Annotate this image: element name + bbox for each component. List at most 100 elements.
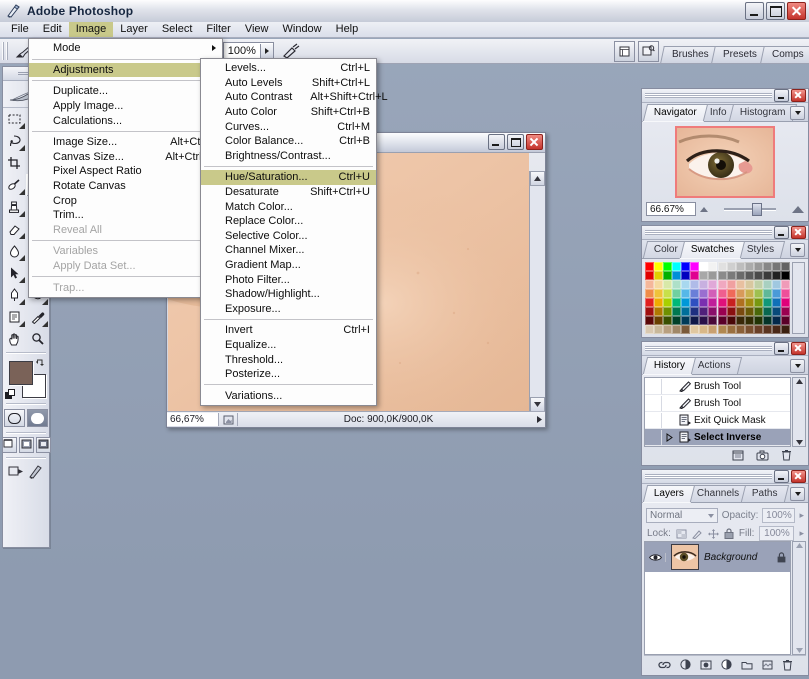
color-swatch[interactable] — [771, 325, 781, 334]
color-swatch[interactable] — [672, 307, 682, 316]
layer-opacity-arrow-icon[interactable]: ▸ — [799, 510, 804, 521]
color-swatch[interactable] — [708, 289, 718, 298]
color-tab-swatches[interactable]: Swatches — [679, 241, 746, 258]
color-swatch[interactable] — [672, 298, 682, 307]
color-swatch[interactable] — [645, 289, 654, 298]
color-swatch[interactable] — [672, 289, 682, 298]
layer-style-icon[interactable] — [679, 659, 691, 670]
create-snapshot-icon[interactable] — [756, 450, 769, 461]
color-swatch[interactable] — [780, 280, 790, 289]
color-swatch[interactable] — [771, 280, 781, 289]
link-layers-icon[interactable] — [657, 660, 671, 670]
path-selection-tool[interactable] — [3, 262, 26, 284]
color-swatch[interactable] — [654, 307, 664, 316]
menu-file[interactable]: File — [4, 22, 36, 37]
menu-item-crop[interactable]: Crop — [29, 193, 222, 208]
new-group-icon[interactable] — [741, 660, 753, 670]
document-close-button[interactable] — [526, 134, 543, 150]
color-swatch[interactable] — [726, 307, 736, 316]
color-swatch[interactable] — [690, 307, 700, 316]
color-swatch[interactable] — [762, 325, 772, 334]
notes-tool[interactable] — [3, 306, 26, 328]
color-swatch[interactable] — [654, 262, 664, 271]
color-swatch[interactable] — [744, 271, 754, 280]
color-swatch[interactable] — [771, 307, 781, 316]
color-swatch[interactable] — [708, 262, 718, 271]
color-swatch[interactable] — [744, 325, 754, 334]
color-swatch[interactable] — [645, 307, 654, 316]
color-swatch[interactable] — [645, 325, 654, 334]
color-swatch[interactable] — [672, 316, 682, 325]
color-swatch[interactable] — [735, 316, 745, 325]
swatches-drag-handle[interactable] — [645, 230, 772, 235]
color-swatch[interactable] — [753, 298, 763, 307]
color-swatch[interactable] — [771, 298, 781, 307]
delete-state-icon[interactable] — [781, 449, 792, 461]
color-swatch[interactable] — [645, 316, 654, 325]
menu-item-invert[interactable]: Invert Ctrl+I — [201, 323, 376, 338]
color-swatch[interactable] — [681, 298, 691, 307]
color-swatch[interactable] — [654, 325, 664, 334]
menu-item-image-size[interactable]: Image Size... Alt+Ctrl+I — [29, 135, 222, 150]
color-swatch[interactable] — [672, 325, 682, 334]
color-swatch[interactable] — [681, 262, 691, 271]
color-swatch[interactable] — [744, 262, 754, 271]
color-swatch[interactable] — [654, 316, 664, 325]
navigator-tab-navigator[interactable]: Navigator — [642, 104, 708, 121]
rectangular-marquee-tool[interactable] — [3, 108, 26, 130]
scroll-down-button[interactable] — [530, 397, 545, 412]
menu-item-desaturate[interactable]: Desaturate Shift+Ctrl+U — [201, 185, 376, 200]
history-state-row[interactable]: Select Inverse — [645, 429, 790, 446]
menu-item-channel-mixer[interactable]: Channel Mixer... — [201, 243, 376, 258]
menu-item-calculations[interactable]: Calculations... — [29, 113, 222, 128]
color-swatch[interactable] — [681, 325, 691, 334]
default-colors-icon[interactable] — [5, 389, 17, 401]
navigator-thumbnail-area[interactable] — [646, 126, 804, 198]
color-swatch[interactable] — [726, 280, 736, 289]
standard-screen-mode-button[interactable] — [1, 437, 17, 453]
layer-list[interactable]: Background — [644, 541, 791, 655]
close-button[interactable] — [787, 2, 806, 20]
document-vertical-scrollbar[interactable] — [529, 171, 545, 412]
lock-image-pixels-icon[interactable] — [692, 529, 703, 539]
options-bar-grip[interactable] — [2, 42, 9, 60]
color-swatch[interactable] — [744, 289, 754, 298]
color-swatch[interactable] — [699, 289, 709, 298]
menu-window[interactable]: Window — [276, 22, 329, 37]
color-swatch[interactable] — [735, 271, 745, 280]
document-zoom-level[interactable]: 66,67% — [167, 413, 219, 426]
scroll-up-button[interactable] — [530, 171, 545, 186]
full-screen-mode-button[interactable] — [35, 437, 51, 453]
color-swatch[interactable] — [663, 289, 673, 298]
navigator-close-button[interactable] — [791, 89, 806, 102]
swatches-scrollbar[interactable] — [792, 262, 805, 334]
menu-item-adjustments[interactable]: Adjustments — [29, 62, 222, 78]
color-swatch[interactable] — [735, 325, 745, 334]
history-palette-header[interactable] — [642, 342, 808, 356]
color-swatch[interactable] — [708, 298, 718, 307]
color-swatch[interactable] — [699, 298, 709, 307]
menu-layer[interactable]: Layer — [113, 22, 155, 37]
color-swatch[interactable] — [780, 307, 790, 316]
full-screen-with-menubar-button[interactable] — [18, 437, 34, 453]
layers-drag-handle[interactable] — [645, 474, 772, 479]
menu-item-equalize[interactable]: Equalize... — [201, 338, 376, 353]
swatches-minimize-button[interactable] — [774, 226, 789, 239]
swatches-palette-menu-button[interactable] — [790, 243, 805, 257]
color-swatch[interactable] — [744, 298, 754, 307]
lasso-tool[interactable] — [3, 130, 26, 152]
layer-fill-arrow-icon[interactable]: ▸ — [799, 528, 804, 539]
color-swatch[interactable] — [717, 298, 727, 307]
history-state-list[interactable]: Brush Tool Brush Tool Exit Quick Mask Selec… — [644, 377, 791, 447]
color-swatch[interactable] — [726, 298, 736, 307]
menu-item-auto-color[interactable]: Auto Color Shift+Ctrl+B — [201, 105, 376, 120]
menu-item-levels[interactable]: Levels... Ctrl+L — [201, 61, 376, 76]
new-layer-icon[interactable] — [762, 660, 773, 670]
color-swatch[interactable] — [744, 307, 754, 316]
color-swatch[interactable] — [717, 271, 727, 280]
menu-edit[interactable]: Edit — [36, 22, 69, 37]
layers-close-button[interactable] — [791, 470, 806, 483]
color-swatch[interactable] — [771, 262, 781, 271]
hand-tool[interactable] — [3, 328, 26, 350]
color-swatch[interactable] — [762, 262, 772, 271]
